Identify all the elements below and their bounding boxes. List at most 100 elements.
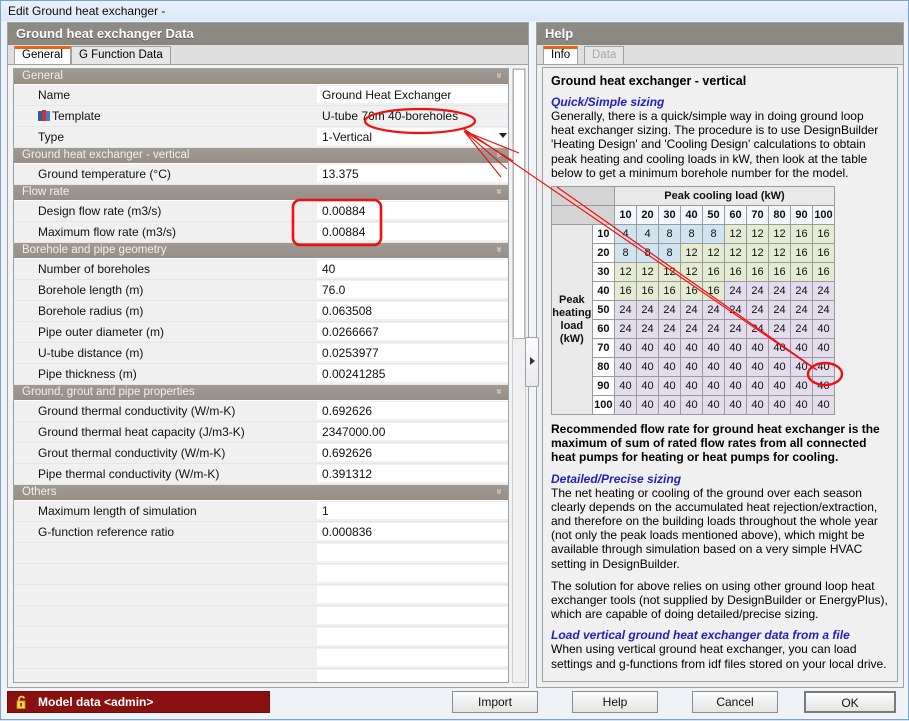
table-cell: 40 bbox=[725, 339, 747, 358]
help-tabstrip: Info Data bbox=[537, 45, 903, 65]
import-button[interactable]: Import bbox=[452, 691, 538, 713]
tab-general[interactable]: General bbox=[14, 46, 71, 64]
group-header-label: General bbox=[22, 70, 63, 82]
property-value[interactable]: 0.692626 bbox=[316, 401, 509, 420]
chevron-down-icon[interactable] bbox=[499, 133, 507, 138]
unlocked-padlock-icon bbox=[15, 695, 29, 710]
table-row: 102030405060708090100 bbox=[552, 206, 835, 225]
tab-data[interactable]: Data bbox=[584, 46, 624, 64]
table-cell: 40 bbox=[813, 377, 835, 396]
table-cell: 24 bbox=[791, 282, 813, 301]
table-cell: 16 bbox=[791, 225, 813, 244]
column-header: 100 bbox=[813, 206, 835, 225]
table-cell: 12 bbox=[725, 244, 747, 263]
table-cell: 16 bbox=[681, 282, 703, 301]
property-value[interactable]: 2347000.00 bbox=[316, 422, 509, 441]
table-cell: 40 bbox=[659, 358, 681, 377]
property-value[interactable]: 13.375 bbox=[316, 164, 509, 183]
chevron-down-icon[interactable]: » bbox=[494, 152, 505, 158]
row-header: 60 bbox=[592, 320, 614, 339]
property-value[interactable]: 0.063508 bbox=[316, 301, 509, 320]
column-header: 80 bbox=[769, 206, 791, 225]
table-cell: 24 bbox=[681, 301, 703, 320]
property-value[interactable]: 40 bbox=[316, 259, 509, 278]
ok-button[interactable]: OK bbox=[804, 691, 896, 713]
group-header[interactable]: Borehole and pipe geometry» bbox=[14, 243, 508, 259]
group-header-label: Flow rate bbox=[22, 186, 69, 198]
help-button[interactable]: Help bbox=[572, 691, 658, 713]
tab-g-function-data[interactable]: G Function Data bbox=[71, 46, 171, 64]
property-value[interactable]: 76.0 bbox=[316, 280, 509, 299]
property-row: U-tube distance (m)0.0253977 bbox=[14, 343, 508, 364]
property-value[interactable]: 0.00241285 bbox=[316, 364, 509, 383]
property-value[interactable]: 0.0266667 bbox=[316, 322, 509, 341]
help-heading-load-from-file: Load vertical ground heat exchanger data… bbox=[551, 628, 889, 642]
property-value[interactable]: 1 bbox=[316, 501, 509, 520]
property-value[interactable]: Ground Heat Exchanger bbox=[316, 85, 509, 104]
table-cell: 8 bbox=[703, 225, 725, 244]
table-cell: 8 bbox=[637, 244, 659, 263]
group-header[interactable]: Flow rate » bbox=[14, 185, 508, 201]
table-cell: 8 bbox=[659, 244, 681, 263]
group-header[interactable]: Ground heat exchanger - vertical» bbox=[14, 148, 508, 164]
property-row: Ground thermal heat capacity (J/m3-K)234… bbox=[14, 422, 508, 443]
table-cell: 40 bbox=[637, 396, 659, 415]
column-header: 60 bbox=[725, 206, 747, 225]
column-header: 20 bbox=[637, 206, 659, 225]
panel-splitter-handle[interactable] bbox=[525, 337, 539, 387]
group-header[interactable]: Ground, grout and pipe properties» bbox=[14, 385, 508, 401]
chevron-down-icon[interactable]: » bbox=[494, 389, 505, 395]
property-row: Ground temperature (°C)13.375 bbox=[14, 164, 508, 185]
row-header: 20 bbox=[592, 244, 614, 263]
property-value[interactable]: 0.692626 bbox=[316, 443, 509, 462]
table-cell: 12 bbox=[681, 244, 703, 263]
property-grid-scrollbar[interactable] bbox=[512, 68, 526, 683]
property-value[interactable]: 1-Vertical bbox=[316, 127, 509, 146]
table-cell: 40 bbox=[637, 377, 659, 396]
table-row: Peak heating load (kW)10448881212121616 bbox=[552, 225, 835, 244]
edit-ground-heat-exchanger-dialog: Edit Ground heat exchanger - Ground heat… bbox=[0, 0, 909, 720]
table-cell: 24 bbox=[681, 320, 703, 339]
table-cell: 40 bbox=[769, 358, 791, 377]
cancel-button[interactable]: Cancel bbox=[692, 691, 778, 713]
property-value[interactable]: 0.00884 bbox=[316, 201, 509, 220]
load-vertical-ghe-data-link[interactable]: Load vertical ground heat exchanger data bbox=[573, 680, 795, 682]
tab-info[interactable]: Info bbox=[543, 46, 578, 64]
table-cell: 24 bbox=[725, 301, 747, 320]
template-icon[interactable] bbox=[38, 110, 51, 122]
property-value[interactable]: 0.391312 bbox=[316, 464, 509, 483]
property-label: Maximum flow rate (m3/s) bbox=[38, 225, 176, 239]
table-cell: 40 bbox=[659, 339, 681, 358]
help-recommended-flow-note: Recommended flow rate for ground heat ex… bbox=[551, 422, 889, 465]
table-cell: 16 bbox=[769, 263, 791, 282]
chevron-down-icon[interactable]: » bbox=[494, 189, 505, 195]
table-cell: 40 bbox=[615, 377, 637, 396]
property-value[interactable]: 0.00884 bbox=[316, 222, 509, 241]
property-row: G-function reference ratio0.000836 bbox=[14, 522, 508, 543]
table-row: 9040404040404040404040 bbox=[552, 377, 835, 396]
empty-cell bbox=[316, 648, 509, 667]
group-header[interactable]: General » bbox=[14, 69, 508, 85]
chevron-down-icon[interactable]: » bbox=[494, 247, 505, 253]
table-cell: 24 bbox=[747, 282, 769, 301]
group-header[interactable]: Others» bbox=[14, 485, 508, 501]
property-label: Design flow rate (m3/s) bbox=[38, 204, 161, 218]
property-value[interactable]: U-tube 76m 40-boreholes bbox=[316, 106, 509, 125]
property-label: Maximum length of simulation bbox=[38, 504, 197, 518]
scrollbar-thumb[interactable] bbox=[513, 69, 525, 339]
table-cell: 40 bbox=[813, 358, 835, 377]
table-cell: 24 bbox=[725, 320, 747, 339]
chevron-down-icon[interactable]: » bbox=[494, 73, 505, 79]
load-data-link-row[interactable]: Load vertical ground heat exchanger data bbox=[551, 680, 889, 682]
help-body-solution-note: The solution for above relies on using o… bbox=[551, 579, 889, 622]
property-value[interactable]: 0.0253977 bbox=[316, 343, 509, 362]
table-cell: 24 bbox=[703, 320, 725, 339]
table-cell: 8 bbox=[659, 225, 681, 244]
empty-row bbox=[14, 543, 508, 564]
property-value[interactable]: 0.000836 bbox=[316, 522, 509, 541]
borehole-sizing-table: Peak cooling load (kW)102030405060708090… bbox=[551, 186, 835, 415]
table-row: Peak cooling load (kW) bbox=[552, 187, 835, 206]
empty-row bbox=[14, 669, 508, 683]
column-header: 30 bbox=[659, 206, 681, 225]
chevron-down-icon[interactable]: » bbox=[494, 489, 505, 495]
